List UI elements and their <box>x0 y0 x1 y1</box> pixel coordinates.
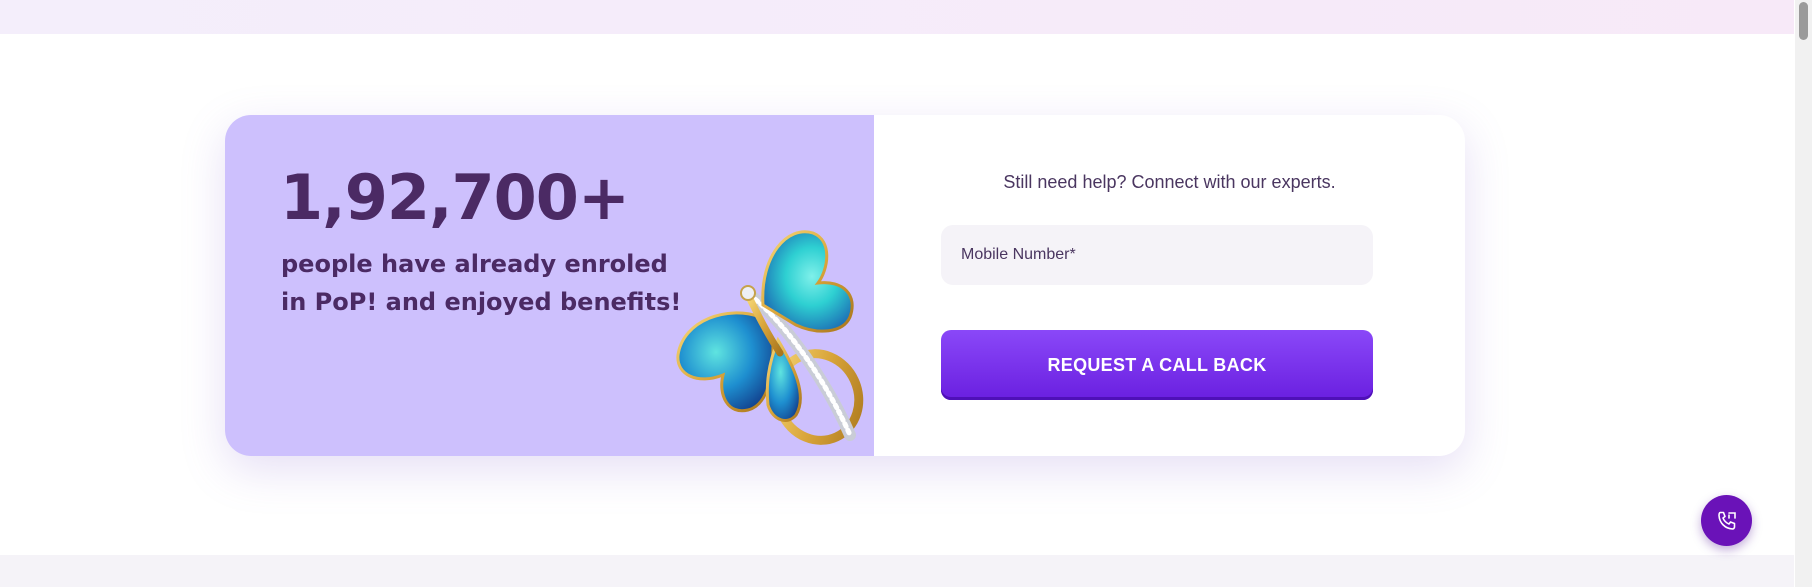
call-floating-button[interactable] <box>1701 495 1752 546</box>
mobile-number-input[interactable] <box>941 225 1373 285</box>
phone-call-icon <box>1717 511 1736 530</box>
enrolment-callback-card: 1,92,700+ people have already enroled in… <box>225 115 1465 456</box>
request-call-back-button[interactable]: REQUEST A CALL BACK <box>941 330 1373 400</box>
enrolment-description: people have already enroled in PoP! and … <box>281 250 682 316</box>
help-prompt: Still need help? Connect with our expert… <box>1003 172 1336 192</box>
enrolment-count: 1,92,700+ <box>280 161 630 234</box>
page-scrollbar[interactable] <box>1795 0 1812 587</box>
scrollbar-thumb[interactable] <box>1799 2 1808 40</box>
callback-form: Still need help? Connect with our expert… <box>874 115 1465 456</box>
top-section-band <box>0 0 1794 34</box>
butterfly-ring-image <box>676 230 864 445</box>
next-section-band <box>0 555 1794 587</box>
